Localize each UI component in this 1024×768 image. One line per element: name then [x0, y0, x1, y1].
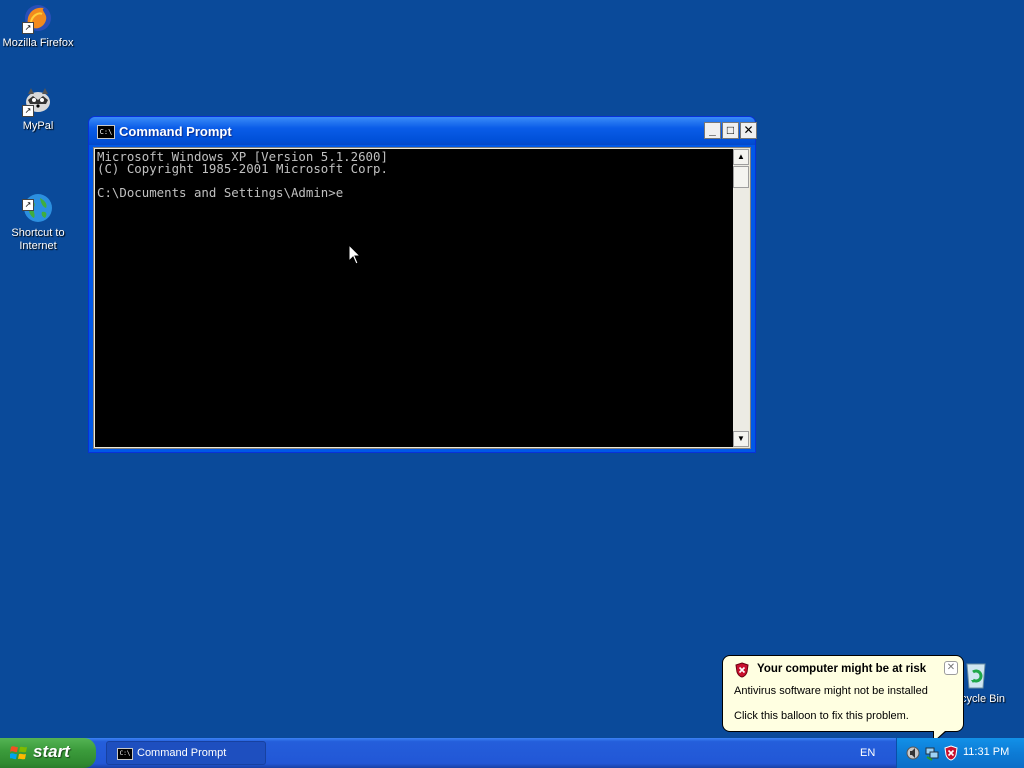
security-shield-icon: [734, 662, 750, 681]
desktop-icon-label: Shortcut to Internet: [11, 227, 65, 252]
taskbar-item-label: Command Prompt: [137, 747, 227, 759]
command-prompt-icon: C:\: [117, 748, 133, 760]
security-center-icon[interactable]: [943, 745, 959, 761]
vertical-scrollbar[interactable]: ▲ ▼: [733, 149, 749, 447]
window-titlebar[interactable]: C:\ Command Prompt _ □ ✕: [89, 117, 757, 145]
firefox-icon: ↗: [22, 2, 54, 34]
maximize-button[interactable]: □: [722, 122, 739, 139]
mouse-pointer-icon: [348, 243, 362, 271]
taskbar: start C:\ Command Prompt EN 11:31 PM: [0, 738, 1024, 768]
command-prompt-window[interactable]: C:\ Command Prompt _ □ ✕ Microsoft Windo…: [88, 116, 757, 453]
close-button[interactable]: ✕: [740, 122, 757, 139]
desktop-icon-label: Mozilla Firefox: [2, 37, 74, 49]
scroll-down-button[interactable]: ▼: [733, 431, 749, 447]
taskbar-item-command-prompt[interactable]: C:\ Command Prompt: [106, 741, 266, 765]
language-indicator[interactable]: EN: [860, 747, 875, 759]
recycle-bin-icon: [960, 658, 992, 690]
shortcut-arrow-icon: ↗: [22, 199, 34, 211]
start-label: start: [33, 742, 70, 761]
desktop-icon-internet-shortcut[interactable]: ↗ Shortcut to Internet: [0, 166, 76, 253]
desktop-icon-mypal[interactable]: ↗ MyPal: [0, 85, 76, 133]
balloon-message: Antivirus software might not be installe…: [734, 685, 928, 697]
desktop-icon-label: MyPal: [22, 120, 54, 132]
scroll-up-button[interactable]: ▲: [733, 149, 749, 165]
start-button[interactable]: start: [0, 738, 96, 768]
balloon-title: Your computer might be at risk: [757, 663, 927, 675]
raccoon-icon: ↗: [22, 85, 54, 117]
windows-flag-icon: [9, 745, 28, 766]
balloon-fix-link[interactable]: Click this balloon to fix this problem.: [734, 710, 909, 722]
command-prompt-icon: C:\: [97, 125, 115, 139]
console-output[interactable]: Microsoft Windows XP [Version 5.1.2600] …: [95, 149, 736, 447]
security-alert-balloon[interactable]: Your computer might be at risk ✕ Antivir…: [722, 655, 964, 743]
minimize-button[interactable]: _: [704, 122, 721, 139]
speaker-icon[interactable]: [905, 745, 921, 761]
window-title: Command Prompt: [119, 124, 232, 139]
network-icon[interactable]: [924, 745, 940, 761]
desktop-icon-firefox[interactable]: ↗ Mozilla Firefox: [0, 2, 76, 50]
globe-icon: ↗: [22, 179, 54, 222]
clock[interactable]: 11:31 PM: [963, 746, 1009, 758]
balloon-close-button[interactable]: ✕: [944, 661, 958, 675]
system-tray: 11:31 PM: [896, 738, 1024, 768]
shortcut-arrow-icon: ↗: [22, 105, 34, 117]
shortcut-arrow-icon: ↗: [22, 22, 34, 34]
window-client-area: Microsoft Windows XP [Version 5.1.2600] …: [93, 147, 751, 449]
scroll-thumb[interactable]: [733, 166, 749, 188]
